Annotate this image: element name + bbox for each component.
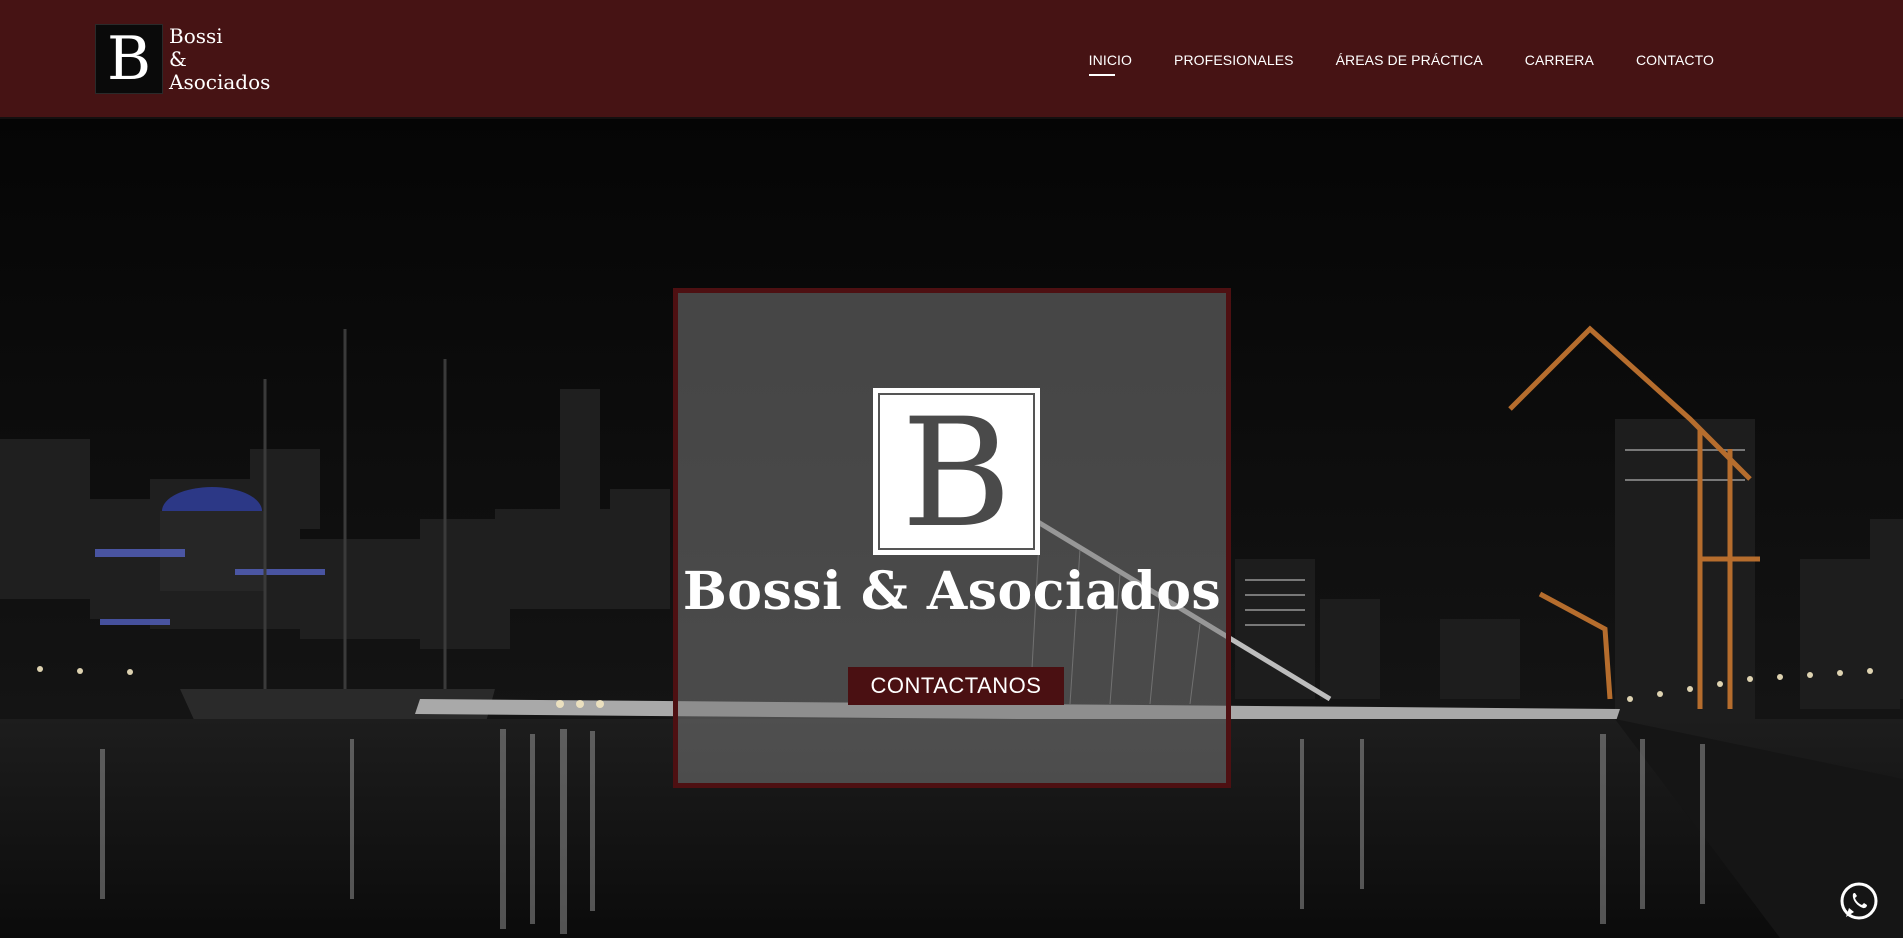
page: B Bossi & Asociados INICIO PROFESIONALES… (0, 0, 1903, 938)
contactanos-button[interactable]: CONTACTANOS (848, 667, 1064, 705)
hero-title: Bossi & Asociados (682, 561, 1222, 622)
logo-mark: B (95, 24, 163, 94)
logo-line-1: Bossi (169, 23, 223, 48)
main-nav: INICIO PROFESIONALES ÁREAS DE PRÁCTICA C… (1088, 0, 1714, 119)
site-logo[interactable]: B Bossi & Asociados (95, 24, 270, 94)
nav-item-areas-de-practica[interactable]: ÁREAS DE PRÁCTICA (1336, 46, 1483, 74)
logo-line-3: Asociados (169, 69, 271, 94)
hero-card: B Bossi & Asociados CONTACTANOS (673, 288, 1231, 788)
logo-line-2: & (169, 46, 187, 71)
hero-logo: B (873, 388, 1040, 555)
whatsapp-icon[interactable] (1838, 880, 1880, 922)
nav-item-contacto[interactable]: CONTACTO (1636, 46, 1714, 74)
logo-text: Bossi & Asociados (169, 23, 271, 94)
nav-item-inicio[interactable]: INICIO (1088, 46, 1132, 76)
nav-item-profesionales[interactable]: PROFESIONALES (1174, 46, 1294, 74)
hero-section: B Bossi & Asociados CONTACTANOS (0, 119, 1903, 938)
site-header: B Bossi & Asociados INICIO PROFESIONALES… (0, 0, 1903, 119)
nav-item-carrera[interactable]: CARRERA (1525, 46, 1594, 74)
hero-logo-mark: B (878, 393, 1035, 550)
